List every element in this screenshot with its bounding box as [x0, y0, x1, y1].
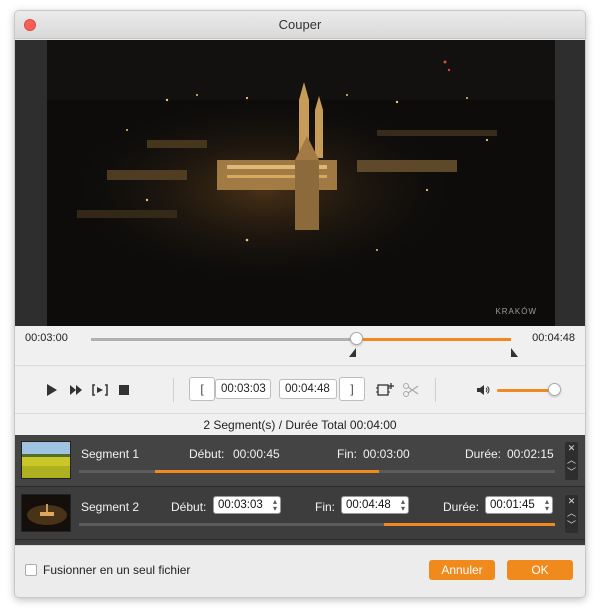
ok-button[interactable]: OK — [507, 560, 573, 580]
stepper-icon[interactable]: ▴ ▾ — [545, 498, 549, 513]
dialog-footer: Fusionner en un seul fichier Annuler OK — [15, 545, 585, 597]
segment-end-value: 00:03:00 — [363, 447, 410, 461]
segment-duration-value: 00:01:45 — [490, 499, 535, 511]
video-image — [47, 40, 555, 326]
stepper-icon[interactable]: ▴ ▾ — [401, 498, 405, 513]
segment-range-fill — [383, 523, 555, 526]
close-icon[interactable] — [24, 19, 36, 31]
play-icon[interactable] — [43, 381, 61, 399]
stop-icon[interactable] — [115, 381, 133, 399]
snap-to-frame-icon[interactable] — [91, 381, 109, 399]
segment-actions: ✕ ︿ ﹀ — [565, 495, 578, 533]
segment-name: Segment 1 — [81, 447, 140, 461]
segment-end-label: Fin: — [315, 500, 336, 514]
video-frame[interactable]: KRAKÓW — [47, 40, 555, 326]
segment-range-fill — [155, 470, 379, 473]
segment-thumbnail — [21, 494, 71, 532]
segment-range-bar — [79, 470, 555, 473]
segment-row[interactable]: Segment 1 Début: 00:00:45 Fin: 00:03:00 … — [15, 435, 585, 487]
cut-window: Couper KRAKÓW 00:03:00 00:04:48 [00:03:… — [14, 10, 586, 598]
move-down-icon[interactable]: ﹀ — [567, 466, 576, 478]
video-watermark: KRAKÓW — [495, 307, 537, 316]
segment-duration-label: Durée: — [465, 447, 502, 461]
set-end-button[interactable]: ] — [339, 377, 365, 401]
trim-start-marker[interactable] — [348, 348, 356, 357]
segment-list: Segment 1 Début: 00:00:45 Fin: 00:03:00 … — [15, 435, 585, 545]
title-bar: Couper — [15, 11, 585, 39]
add-segment-icon[interactable] — [375, 380, 395, 400]
divider — [435, 378, 436, 402]
start-time-field[interactable]: 00:03:03 — [215, 379, 271, 399]
timeline-range-fill — [355, 338, 511, 341]
move-up-icon[interactable]: ︿ — [567, 454, 576, 466]
end-time-field[interactable]: 00:04:48 — [279, 379, 337, 399]
trim-end-marker[interactable] — [511, 348, 518, 357]
segment-start-value: 00:00:45 — [233, 447, 280, 461]
segment-name: Segment 2 — [81, 500, 140, 514]
divider — [173, 378, 174, 402]
cancel-button[interactable]: Annuler — [429, 560, 495, 580]
segment-range-bar — [79, 523, 555, 526]
window-title: Couper — [278, 17, 322, 32]
segment-actions: ✕ ︿ ﹀ — [565, 442, 578, 480]
segment-duration-label: Durée: — [443, 500, 480, 514]
segment-row[interactable]: Segment 2 Début: 00:03:03 ▴ ▾ Fin: 00:04:… — [15, 488, 585, 540]
timeline-track[interactable] — [91, 332, 511, 345]
fast-forward-icon[interactable] — [67, 381, 85, 399]
segment-start-label: Début: — [171, 500, 207, 514]
playback-controls: [ 00:03:03 00:04:48 ] — [15, 367, 585, 413]
playhead-handle[interactable] — [349, 332, 363, 345]
volume-icon[interactable] — [475, 381, 493, 399]
segment-start-value: 00:03:03 — [218, 499, 263, 511]
volume-slider[interactable] — [497, 389, 555, 392]
segment-end-value: 00:04:48 — [346, 499, 391, 511]
delete-segment-icon[interactable]: ✕ — [568, 495, 576, 507]
stepper-icon[interactable]: ▴ ▾ — [273, 498, 277, 513]
split-icon[interactable] — [401, 380, 421, 400]
move-down-icon[interactable]: ﹀ — [567, 519, 576, 531]
segment-end-label: Fin: — [337, 447, 358, 461]
segment-start-label: Début: — [189, 447, 225, 461]
segment-end-field[interactable]: 00:04:48 ▴ ▾ — [341, 496, 409, 514]
segment-thumbnail — [21, 441, 71, 479]
video-preview: KRAKÓW — [15, 40, 585, 326]
delete-segment-icon[interactable]: ✕ — [568, 442, 576, 454]
merge-checkbox[interactable] — [25, 564, 37, 576]
segment-duration-value: 00:02:15 — [507, 447, 554, 461]
timeline-start-time: 00:03:00 — [25, 332, 68, 344]
set-start-button[interactable]: [ — [189, 377, 215, 401]
segment-summary: 2 Segment(s) / Durée Total 00:04:00 — [15, 413, 585, 435]
segment-duration-field[interactable]: 00:01:45 ▴ ▾ — [485, 496, 553, 514]
volume-handle[interactable] — [548, 383, 561, 396]
segment-start-field[interactable]: 00:03:03 ▴ ▾ — [213, 496, 281, 514]
move-up-icon[interactable]: ︿ — [567, 507, 576, 519]
merge-label[interactable]: Fusionner en un seul fichier — [43, 563, 190, 577]
timeline[interactable]: 00:03:00 00:04:48 — [15, 326, 585, 366]
timeline-end-time: 00:04:48 — [532, 332, 575, 344]
